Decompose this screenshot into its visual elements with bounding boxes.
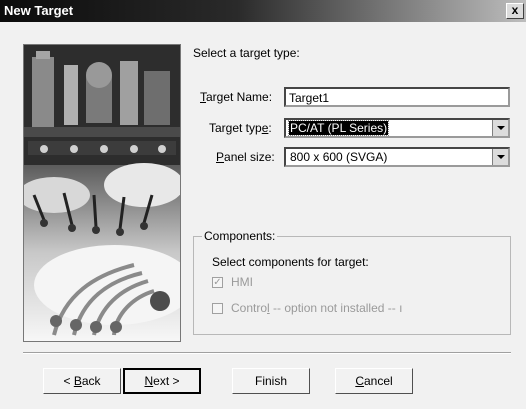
target-type-select[interactable]: PC/AT (PL Series) <box>284 118 510 138</box>
next-button[interactable]: Next > <box>123 368 201 394</box>
target-name-label: Target Name: <box>200 90 273 104</box>
panel-size-select[interactable]: 800 x 600 (SVGA) <box>284 147 510 167</box>
target-type-value: PC/AT (PL Series) <box>287 120 390 136</box>
panel-size-value: 800 x 600 (SVGA) <box>290 150 388 164</box>
control-checkbox[interactable] <box>212 303 223 314</box>
target-name-value: Target1 <box>289 91 330 105</box>
chevron-down-icon[interactable] <box>492 149 508 165</box>
divider <box>23 352 511 354</box>
industrial-factory-illustration-icon <box>24 45 180 336</box>
components-title: Components: <box>202 229 278 243</box>
check-icon: ✓ <box>213 277 222 288</box>
title-bar[interactable]: New Target x <box>0 0 526 22</box>
instruction-text: Select a target type: <box>193 46 300 60</box>
target-name-input[interactable]: Target1 <box>284 87 510 107</box>
panel-size-label: Panel size: <box>216 150 275 164</box>
control-label: Control -- option not installed -- ı <box>231 301 403 315</box>
close-button[interactable]: x <box>506 3 524 19</box>
window-title: New Target <box>4 3 74 18</box>
hmi-checkbox[interactable]: ✓ <box>212 277 223 288</box>
components-subtitle: Select components for target: <box>212 255 369 269</box>
cancel-button[interactable]: Cancel <box>335 368 413 394</box>
finish-button[interactable]: Finish <box>232 368 310 394</box>
target-type-label: Target type: <box>209 121 272 135</box>
back-button[interactable]: < Back <box>43 368 121 394</box>
new-target-dialog: New Target x Select a target type: Targe… <box>0 0 526 409</box>
wizard-illustration <box>23 44 181 342</box>
close-icon: x <box>511 3 519 17</box>
chevron-down-icon[interactable] <box>492 120 508 136</box>
hmi-label: HMI <box>231 275 253 289</box>
